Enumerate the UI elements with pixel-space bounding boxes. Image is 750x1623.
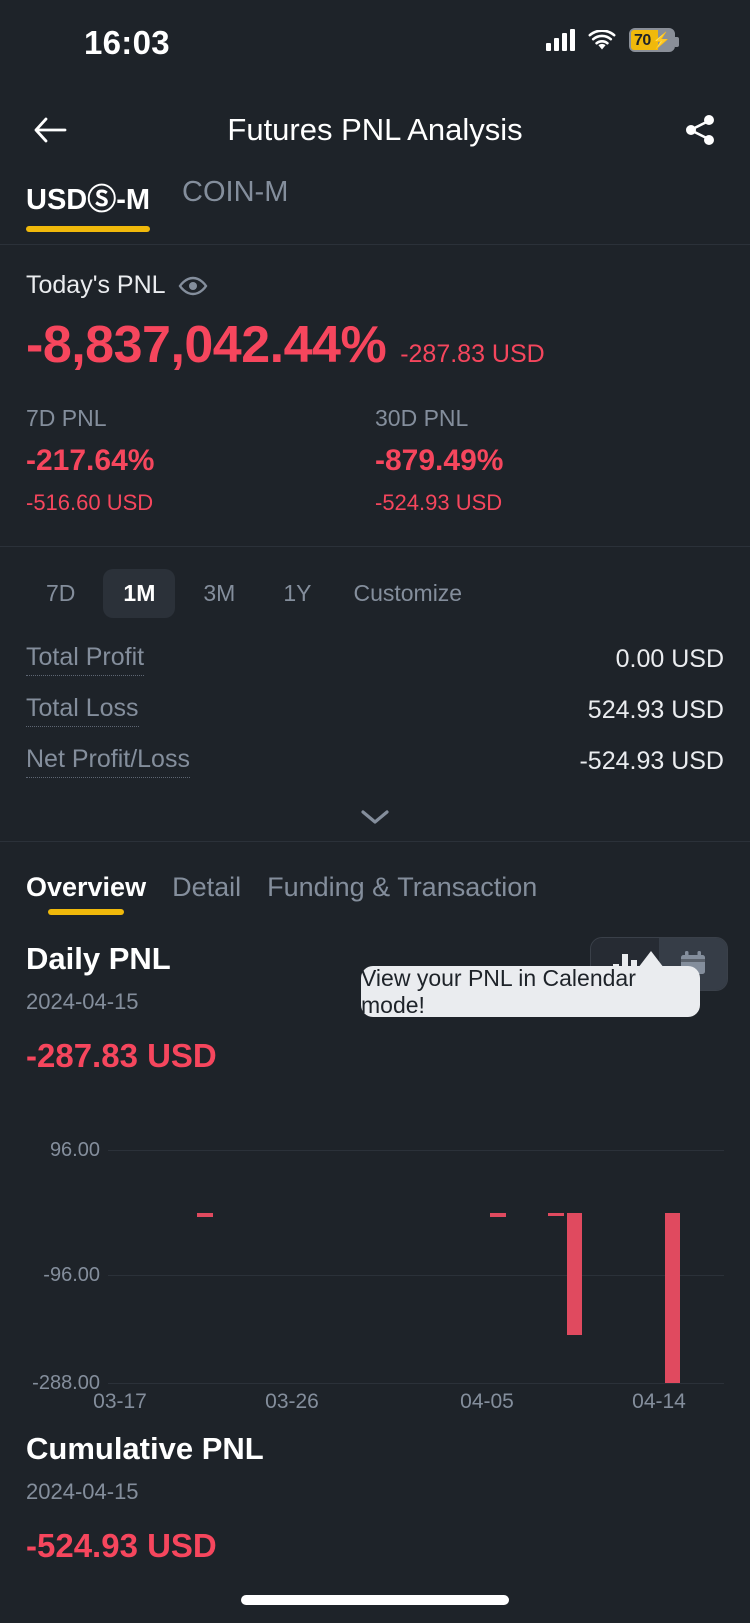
todays-pnl-header: Today's PNL (26, 271, 724, 300)
status-bar: 16:03 70 ⚡ (0, 0, 750, 84)
pnl-7d-amount: -516.60 USD (26, 489, 154, 515)
range-chip-1y-label: 1Y (283, 579, 312, 606)
status-bar-time: 16:03 (84, 24, 170, 61)
total-profit-label[interactable]: Total Profit (26, 643, 145, 676)
pnl-30d-percent: -879.49% (375, 443, 504, 477)
overview-section-tabs: Overview Detail Funding & Transaction (0, 842, 750, 919)
tab-overview-label: Overview (26, 871, 147, 902)
pnl-7d-column: 7D PNL -217.64% -516.60 USD (26, 405, 375, 516)
cumulative-pnl-value: -524.93 USD (26, 1526, 217, 1564)
range-chip-1m[interactable]: 1M (103, 568, 176, 618)
pnl-summary: Today's PNL -8,837,042.44% -287.83 USD 7… (0, 245, 750, 546)
wifi-icon (588, 29, 616, 51)
app-screen: 16:03 70 ⚡ Futures PNL Analysis USDⓈ-M C… (0, 0, 750, 1623)
daily-pnl-value: -287.83 USD (26, 1036, 217, 1074)
status-bar-indicators: 70 ⚡ (546, 28, 679, 52)
net-profit-loss-value: -524.93 USD (579, 746, 724, 775)
gridline-neg96 (108, 1274, 724, 1276)
range-chip-1m-label: 1M (123, 579, 156, 606)
pnl-30d-amount: -524.93 USD (375, 489, 503, 515)
home-indicator[interactable] (241, 1595, 509, 1605)
cellular-signal-icon (546, 29, 575, 51)
range-chip-3m[interactable]: 3M (183, 569, 255, 618)
range-chip-customize[interactable]: Customize (339, 569, 482, 618)
chart-bar[interactable] (665, 1212, 680, 1383)
range-chip-1y[interactable]: 1Y (263, 569, 331, 618)
battery-percent-label: 70 (634, 32, 651, 49)
navigation-bar: Futures PNL Analysis (0, 84, 750, 176)
tab-detail-label: Detail (172, 871, 242, 902)
gridline-96 (108, 1149, 724, 1151)
todays-pnl-amount: -287.83 USD (400, 340, 545, 368)
chart-bar[interactable] (567, 1212, 582, 1335)
todays-pnl-label: Today's PNL (26, 271, 166, 299)
tab-detail[interactable]: Detail (172, 872, 241, 919)
chart-bar[interactable] (490, 1212, 506, 1217)
eye-icon[interactable] (178, 276, 208, 296)
pnl-30d-column: 30D PNL -879.49% -524.93 USD (375, 405, 724, 516)
tab-funding-transaction-label: Funding & Transaction (267, 871, 538, 902)
time-range-filter: 7D 1M 3M 1Y Customize (0, 547, 750, 628)
todays-pnl-values: -8,837,042.44% -287.83 USD (26, 318, 724, 373)
cumulative-pnl-title: Cumulative PNL (26, 1430, 264, 1466)
tab-usd-m[interactable]: USDⓈ-M (26, 176, 151, 232)
share-button[interactable] (672, 102, 728, 158)
pnl-period-columns: 7D PNL -217.64% -516.60 USD 30D PNL -879… (26, 405, 724, 516)
calendar-mode-tooltip[interactable]: View your PNL in Calendar mode! (361, 964, 700, 1018)
stat-row-total-profit: Total Profit 0.00 USD (26, 634, 724, 685)
cumulative-pnl-date: 2024-04-15 (26, 1478, 139, 1504)
total-loss-label[interactable]: Total Loss (26, 694, 139, 727)
tab-coin-m[interactable]: COIN-M (182, 176, 288, 223)
cumulative-pnl-block: Cumulative PNL 2024-04-15 -524.93 USD (0, 1383, 750, 1565)
tab-overview[interactable]: Overview (26, 872, 146, 919)
total-profit-value: 0.00 USD (615, 644, 724, 673)
stat-row-total-loss: Total Loss 524.93 USD (26, 685, 724, 736)
y-axis-tick-1: -96.00 (43, 1263, 100, 1286)
page-title: Futures PNL Analysis (227, 112, 523, 147)
chart-bar[interactable] (197, 1212, 213, 1217)
profit-loss-stats: Total Profit 0.00 USD Total Loss 524.93 … (0, 628, 750, 841)
tab-usd-m-label: USDⓈ-M (26, 184, 151, 216)
tab-funding-transaction[interactable]: Funding & Transaction (267, 872, 537, 919)
market-type-tabs: USDⓈ-M COIN-M (0, 176, 750, 244)
share-icon (686, 115, 714, 145)
chevron-down-icon (361, 809, 389, 824)
tab-coin-m-label: COIN-M (182, 176, 289, 208)
range-chip-7d[interactable]: 7D (26, 569, 95, 618)
net-profit-loss-label[interactable]: Net Profit/Loss (26, 745, 190, 778)
expand-stats-button[interactable] (26, 793, 724, 841)
daily-pnl-chart: 96.00 -96.00 -288.00 03-17 03-26 04-05 0… (0, 1093, 750, 1413)
range-chip-customize-label: Customize (353, 579, 463, 606)
chart-bar[interactable] (548, 1212, 564, 1216)
pnl-7d-percent: -217.64% (26, 443, 155, 477)
range-chip-7d-label: 7D (46, 579, 76, 606)
charging-bolt-icon: ⚡ (651, 33, 671, 50)
pnl-30d-label: 30D PNL (375, 404, 469, 431)
total-loss-value: 524.93 USD (587, 695, 724, 724)
stat-row-net-profit-loss: Net Profit/Loss -524.93 USD (26, 736, 724, 787)
calendar-mode-tooltip-text: View your PNL in Calendar mode! (361, 964, 636, 1018)
range-chip-3m-label: 3M (203, 579, 236, 606)
battery-charging-icon: 70 ⚡ (629, 28, 679, 52)
y-axis-tick-0: 96.00 (49, 1138, 100, 1161)
pnl-7d-label: 7D PNL (26, 404, 107, 431)
todays-pnl-percent: -8,837,042.44% (26, 316, 387, 374)
